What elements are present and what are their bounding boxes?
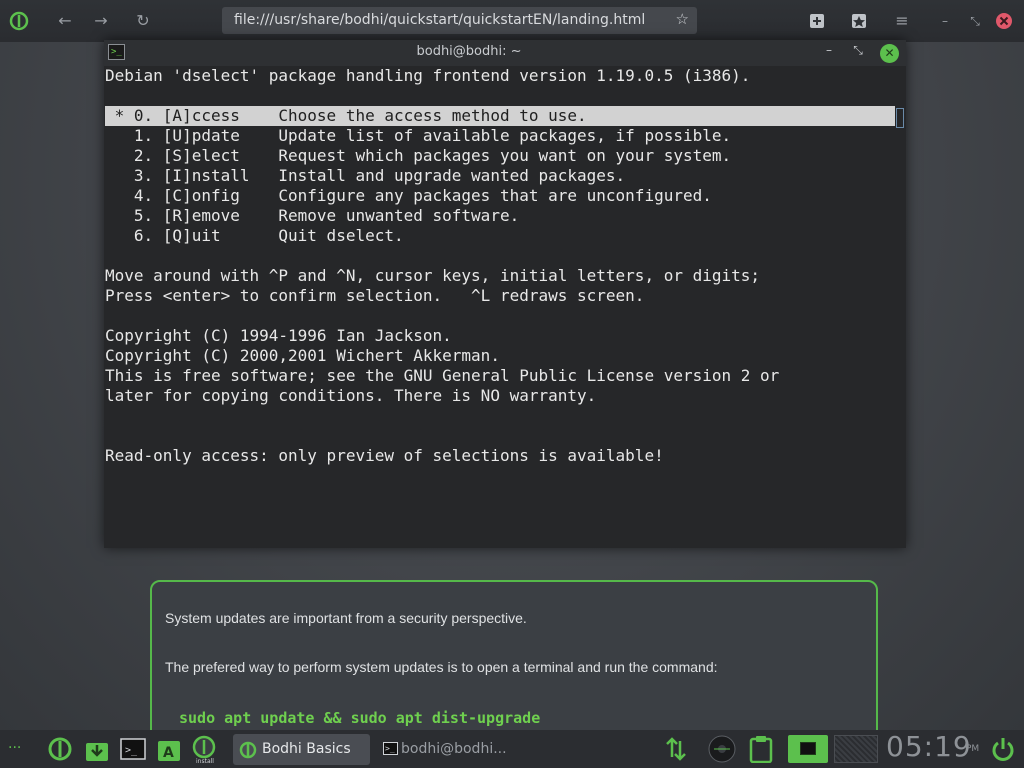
arrow-right-icon[interactable]: → bbox=[90, 10, 112, 32]
bodhi-menu-icon[interactable] bbox=[46, 735, 74, 763]
terminal-window[interactable]: >_ bodhi@bodhi: ~ – ⤡ ✕ Debian 'dselect'… bbox=[104, 40, 906, 548]
terminal-line: Debian 'dselect' package handling fronte… bbox=[105, 66, 751, 85]
task-label: Bodhi Basics bbox=[262, 741, 351, 757]
restore-icon[interactable]: ⤡ bbox=[849, 43, 867, 58]
minimize-icon[interactable]: – bbox=[934, 10, 956, 32]
task-bodhi-basics[interactable]: Bodhi Basics bbox=[233, 734, 370, 765]
install-icon[interactable]: install bbox=[190, 735, 222, 765]
terminal-icon: >_ bbox=[383, 742, 398, 755]
bookmarks-icon[interactable] bbox=[848, 10, 870, 32]
install-label: install bbox=[196, 758, 214, 765]
new-tab-icon[interactable] bbox=[806, 10, 828, 32]
bookmark-star-icon[interactable]: ☆ bbox=[676, 10, 689, 28]
task-terminal[interactable]: >_ bodhi@bodhi... bbox=[378, 734, 513, 765]
volume-icon[interactable] bbox=[704, 735, 740, 763]
menu-item-update[interactable]: 1. [U]pdate Update list of available pac… bbox=[105, 126, 731, 146]
terminal-line: Press <enter> to confirm selection. ^L r… bbox=[105, 286, 645, 305]
terminal-launcher-icon[interactable]: >_ bbox=[120, 735, 146, 763]
download-icon[interactable] bbox=[84, 735, 110, 763]
terminal-titlebar[interactable]: >_ bodhi@bodhi: ~ – ⤡ ✕ bbox=[104, 40, 906, 66]
terminal-icon bbox=[800, 742, 816, 755]
svg-text:>_: >_ bbox=[125, 745, 138, 756]
clock-ampm: PM bbox=[966, 744, 980, 754]
terminal-body[interactable]: Debian 'dselect' package handling fronte… bbox=[104, 66, 906, 548]
terminal-line: Move around with ^P and ^N, cursor keys,… bbox=[105, 266, 761, 285]
bodhi-logo-icon[interactable] bbox=[8, 10, 30, 32]
terminal-line: Copyright (C) 1994-1996 Ian Jackson. bbox=[105, 326, 452, 345]
menu-icon[interactable]: ≡ bbox=[891, 10, 913, 32]
close-icon[interactable] bbox=[993, 10, 1015, 32]
minimize-icon[interactable]: – bbox=[820, 43, 838, 57]
more-dots-icon[interactable]: ··· bbox=[8, 740, 21, 768]
power-icon[interactable] bbox=[990, 735, 1016, 763]
menu-item-remove[interactable]: 5. [R]emove Remove unwanted software. bbox=[105, 206, 519, 226]
terminal-title: bodhi@bodhi: ~ bbox=[416, 44, 522, 59]
menu-item-quit[interactable]: 6. [Q]uit Quit dselect. bbox=[105, 226, 404, 246]
info-paragraph: System updates are important from a secu… bbox=[165, 610, 527, 626]
taskbar: ··· >_ A install Bodhi Basics >_ bodhi@b… bbox=[0, 730, 1024, 768]
command-text: sudo apt update && sudo apt dist-upgrade bbox=[179, 709, 541, 727]
url-text: file:///usr/share/bodhi/quickstart/quick… bbox=[234, 12, 646, 28]
reload-icon[interactable]: ↻ bbox=[132, 10, 154, 32]
info-card: System updates are important from a secu… bbox=[150, 580, 878, 740]
svg-text:A: A bbox=[163, 745, 174, 761]
terminal-line: later for copying conditions. There is N… bbox=[105, 386, 597, 405]
pager-desktop-1[interactable] bbox=[788, 735, 828, 763]
clock-time[interactable]: 05:19 bbox=[886, 730, 972, 763]
app-center-icon[interactable]: A bbox=[156, 735, 182, 763]
network-arrows-icon[interactable] bbox=[664, 735, 688, 763]
menu-item-access[interactable]: * 0. [A]ccess Choose the access method t… bbox=[105, 106, 895, 126]
menu-item-install[interactable]: 3. [I]nstall Install and upgrade wanted … bbox=[105, 166, 625, 186]
menu-item-select[interactable]: 2. [S]elect Request which packages you w… bbox=[105, 146, 731, 166]
info-paragraph: The prefered way to perform system updat… bbox=[165, 659, 718, 675]
terminal-cursor bbox=[896, 108, 904, 128]
arrow-left-icon[interactable]: ← bbox=[54, 10, 76, 32]
bodhi-app-icon bbox=[238, 740, 258, 764]
terminal-line: This is free software; see the GNU Gener… bbox=[105, 366, 780, 385]
terminal-line: Read-only access: only preview of select… bbox=[105, 446, 664, 465]
url-bar[interactable]: file:///usr/share/bodhi/quickstart/quick… bbox=[222, 7, 697, 34]
terminal-line: Copyright (C) 2000,2001 Wichert Akkerman… bbox=[105, 346, 500, 365]
pager-desktop-2[interactable] bbox=[834, 735, 878, 763]
close-icon[interactable]: ✕ bbox=[880, 44, 899, 63]
clipboard-icon[interactable] bbox=[748, 735, 774, 764]
restore-icon[interactable]: ⤡ bbox=[964, 10, 986, 32]
menu-item-config[interactable]: 4. [C]onfig Configure any packages that … bbox=[105, 186, 712, 206]
browser-toolbar: ← → ↻ file:///usr/share/bodhi/quickstart… bbox=[0, 0, 1024, 42]
task-label: bodhi@bodhi... bbox=[401, 741, 507, 757]
